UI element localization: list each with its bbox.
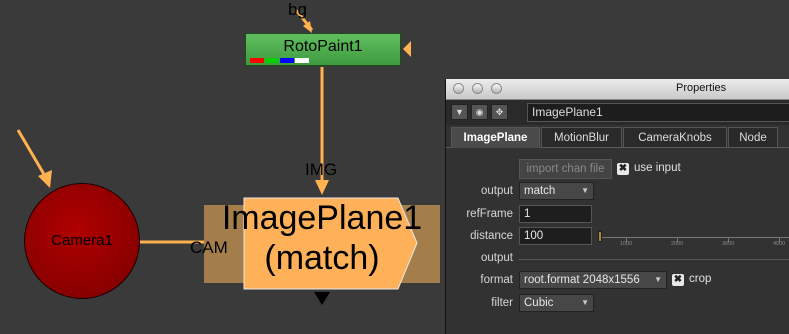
properties-titlebar[interactable]: Properties — [446, 79, 789, 100]
crop-label: crop — [689, 273, 712, 285]
output-dropdown[interactable]: match ▼ — [519, 182, 594, 200]
rotopaint-node[interactable]: RotoPaint1 — [245, 33, 401, 66]
channel-alpha-indicator — [295, 58, 309, 63]
distance-slider-handle[interactable] — [598, 231, 602, 242]
output-value: match — [524, 185, 556, 197]
distance-slider[interactable] — [599, 237, 789, 238]
chevron-down-icon: ▼ — [581, 298, 589, 307]
channel-blue-indicator — [280, 58, 294, 63]
window-title: Properties — [676, 82, 727, 94]
pipe-img-arrowhead — [315, 180, 329, 195]
output-label: output — [481, 185, 513, 197]
pin-icon[interactable]: ✥ — [491, 104, 508, 120]
window-close-button[interactable] — [453, 83, 464, 94]
filter-value: Cubic — [524, 297, 554, 309]
pipe-camera-arrowhead — [38, 170, 52, 188]
camera-node[interactable]: Camera1 — [24, 183, 140, 299]
filter-label: filter — [491, 297, 513, 309]
node-view-icon[interactable]: ◉ — [471, 104, 488, 120]
node-header: ▼ ◉ ✥ ImagePlane1 — [446, 100, 789, 125]
bg-input-label: bg — [288, 0, 307, 19]
slider-tick-label: 2000 — [671, 241, 684, 247]
tab-bar: ImagePlane MotionBlur CameraKnobs Node — [446, 127, 789, 148]
imageplane-node-mode: (match) — [264, 239, 380, 277]
tab-imageplane[interactable]: ImagePlane — [451, 127, 540, 148]
crop-checkbox[interactable]: ✖ — [672, 274, 684, 286]
tab-node[interactable]: Node — [728, 127, 778, 147]
refframe-input[interactable]: 1 — [519, 205, 592, 223]
import-chan-file-button[interactable]: import chan file — [519, 159, 612, 179]
chevron-down-icon: ▼ — [654, 275, 662, 284]
chevron-down-icon: ▼ — [581, 186, 589, 195]
tab-cameraknobs[interactable]: CameraKnobs — [623, 127, 727, 147]
rotopaint-mask-input-arrow[interactable] — [403, 41, 411, 57]
slider-tick-label: 1000 — [620, 241, 633, 247]
imageplane-node-name: ImagePlane1 — [221, 199, 423, 237]
node-name-field[interactable]: ImagePlane1 — [527, 103, 789, 122]
window-zoom-button[interactable] — [491, 83, 502, 94]
format-label: format — [480, 274, 513, 286]
use-input-label: use input — [634, 162, 681, 174]
slider-tick-label: 4000 — [773, 241, 786, 247]
imageplane-node-title: ImagePlane1 (match) — [204, 198, 440, 278]
format-dropdown[interactable]: root.format 2048x1556 ▼ — [519, 271, 667, 289]
channel-green-indicator — [265, 58, 279, 63]
camera-node-title: Camera1 — [51, 232, 113, 249]
refframe-label: refFrame — [466, 208, 513, 220]
pipe-camera-input — [16, 129, 47, 177]
collapse-triangle-icon[interactable]: ▼ — [451, 104, 468, 120]
use-input-checkbox[interactable]: ✖ — [617, 163, 629, 175]
window-minimize-button[interactable] — [472, 83, 483, 94]
tab-motionblur[interactable]: MotionBlur — [541, 127, 622, 147]
rotopaint-node-title: RotoPaint1 — [283, 38, 363, 55]
format-value: root.format 2048x1556 — [524, 274, 640, 286]
distance-label: distance — [470, 230, 513, 242]
properties-panel: Properties ▼ ◉ ✥ ImagePlane1 ImagePlane … — [445, 79, 789, 334]
img-input-label: IMG — [305, 160, 338, 179]
filter-dropdown[interactable]: Cubic ▼ — [519, 294, 594, 312]
section-divider — [519, 259, 789, 260]
distance-input[interactable]: 100 — [519, 227, 592, 245]
slider-tick-label: 3000 — [722, 241, 735, 247]
output-section-label: output — [481, 252, 513, 264]
channel-red-indicator — [250, 58, 264, 63]
imageplane-output-arrow[interactable] — [314, 292, 330, 305]
